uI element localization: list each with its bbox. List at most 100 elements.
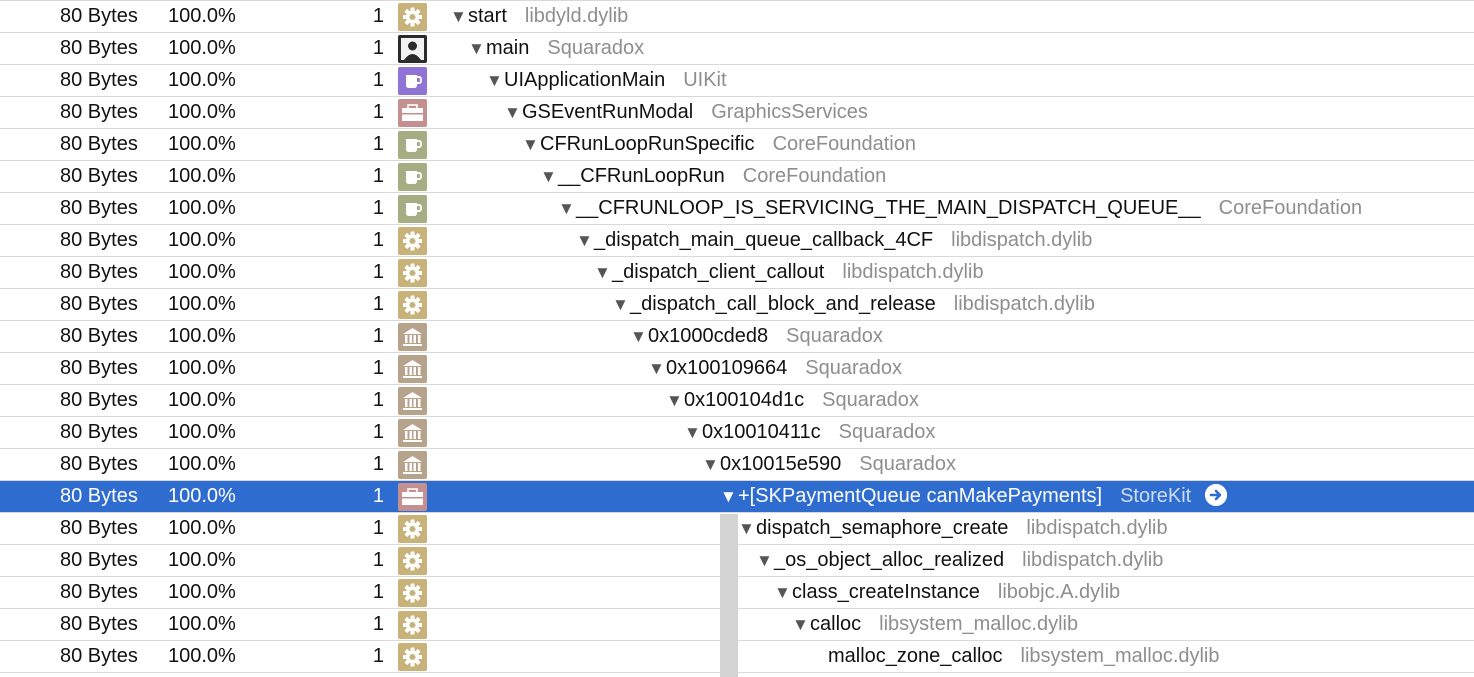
table-row[interactable]: 80 Bytes 100.0% 1 ▼0x1000cded8 Squaradox	[0, 321, 1474, 353]
function-name: 0x100109664	[666, 357, 788, 379]
disclosure-triangle-icon[interactable]: ▼	[774, 577, 792, 608]
function-name: main	[486, 37, 530, 59]
function-name: 0x1000cded8	[648, 325, 769, 347]
percent-cell: 100.0%	[168, 165, 236, 187]
bytes-cell: 80 Bytes	[60, 549, 138, 571]
bytes-cell: 80 Bytes	[60, 517, 138, 539]
library-name: Squaradox	[838, 421, 936, 443]
disclosure-triangle-icon[interactable]: ▼	[612, 289, 630, 320]
disclosure-triangle-icon[interactable]: ▼	[684, 417, 702, 448]
symbol-cell: ▼calloc libsystem_malloc.dylib	[792, 609, 1078, 640]
function-name: __CFRUNLOOP_IS_SERVICING_THE_MAIN_DISPAT…	[576, 197, 1201, 219]
percent-cell: 100.0%	[168, 581, 236, 603]
disclosure-triangle-icon[interactable]: ▼	[468, 33, 486, 64]
function-name: _dispatch_call_block_and_release	[630, 293, 936, 315]
bytes-cell: 80 Bytes	[60, 581, 138, 603]
count-cell: 1	[372, 581, 384, 603]
count-cell: 1	[372, 485, 384, 507]
disclosure-triangle-icon[interactable]: ▼	[522, 129, 540, 160]
table-row[interactable]: 80 Bytes 100.0% 1 ▼CFRunLoopRunSpecific Core…	[0, 129, 1474, 161]
briefcase-icon	[398, 483, 427, 511]
symbol-cell: ▼GSEventRunModal GraphicsServices	[504, 97, 868, 128]
symbol-cell: ▼0x100104d1c Squaradox	[666, 385, 919, 416]
count-cell: 1	[372, 197, 384, 219]
disclosure-triangle-icon[interactable]: ▼	[702, 449, 720, 480]
gear-icon	[398, 227, 427, 255]
symbol-cell: ▼_dispatch_main_queue_callback_4CF libdis…	[576, 225, 1092, 256]
percent-cell: 100.0%	[168, 37, 236, 59]
table-row[interactable]: 80 Bytes 100.0% 1 ▼0x100104d1c Squaradox	[0, 385, 1474, 417]
disclosure-triangle-icon[interactable]: ▼	[720, 481, 738, 512]
library-name: libdispatch.dylib	[951, 229, 1093, 251]
table-row[interactable]: 80 Bytes 100.0% 1 ▼0x10010411c Squaradox	[0, 417, 1474, 449]
symbol-cell: ▼_dispatch_call_block_and_release libdisp…	[612, 289, 1095, 320]
bytes-cell: 80 Bytes	[60, 357, 138, 379]
count-cell: 1	[372, 549, 384, 571]
table-row[interactable]: 80 Bytes 100.0% 1 ▼0x100109664 Squaradox	[0, 353, 1474, 385]
disclosure-triangle-icon[interactable]: ▼	[486, 65, 504, 96]
disclosure-triangle-icon[interactable]: ▼	[558, 193, 576, 224]
building-icon	[398, 419, 427, 447]
bytes-cell: 80 Bytes	[60, 37, 138, 59]
cup-green-icon	[398, 163, 427, 191]
symbol-cell: ▼0x100109664 Squaradox	[648, 353, 902, 384]
table-row[interactable]: 80 Bytes 100.0% 1 ▼_dispatch_main_queue_cal…	[0, 225, 1474, 257]
bytes-cell: 80 Bytes	[60, 389, 138, 411]
bytes-cell: 80 Bytes	[60, 5, 138, 27]
percent-cell: 100.0%	[168, 421, 236, 443]
disclosure-triangle-icon[interactable]: ▼	[594, 257, 612, 288]
bytes-cell: 80 Bytes	[60, 165, 138, 187]
count-cell: 1	[372, 389, 384, 411]
bytes-cell: 80 Bytes	[60, 613, 138, 635]
count-cell: 1	[372, 101, 384, 123]
disclosure-triangle-icon[interactable]: ▼	[450, 1, 468, 32]
function-name: 0x10010411c	[702, 421, 821, 443]
function-name: __CFRunLoopRun	[558, 165, 725, 187]
library-name: Squaradox	[822, 389, 919, 411]
percent-cell: 100.0%	[168, 613, 236, 635]
disclosure-triangle-icon[interactable]: ▼	[540, 161, 558, 192]
table-row[interactable]: 80 Bytes 100.0% 1 ▼__CFRunLoopRun CoreFounda…	[0, 161, 1474, 193]
percent-cell: 100.0%	[168, 357, 236, 379]
table-row[interactable]: 80 Bytes 100.0% 1 ▼start libdyld.dylib	[0, 1, 1474, 33]
function-name: dispatch_semaphore_create	[756, 517, 1009, 539]
library-name: libdispatch.dylib	[953, 293, 1095, 315]
table-row[interactable]: 80 Bytes 100.0% 1 ▼__CFRUNLOOP_IS_SERVICING…	[0, 193, 1474, 225]
percent-cell: 100.0%	[168, 101, 236, 123]
symbol-cell: ▼0x1000cded8 Squaradox	[630, 321, 883, 352]
percent-cell: 100.0%	[168, 645, 236, 667]
bytes-cell: 80 Bytes	[60, 453, 138, 475]
disclosure-triangle-icon[interactable]: ▼	[738, 513, 756, 544]
table-row[interactable]: 80 Bytes 100.0% 1 ▼0x10015e590 Squaradox	[0, 449, 1474, 481]
table-row[interactable]: 80 Bytes 100.0% 1 ▼UIApplicationMain UIKit	[0, 65, 1474, 97]
gear-icon	[398, 579, 427, 607]
function-name: class_createInstance	[792, 581, 980, 603]
count-cell: 1	[372, 165, 384, 187]
arrow-right-circle-icon[interactable]	[1205, 483, 1228, 506]
disclosure-triangle-icon[interactable]: ▼	[504, 97, 522, 128]
building-icon	[398, 451, 427, 479]
building-icon	[398, 355, 427, 383]
disclosure-triangle-icon[interactable]: ▼	[630, 321, 648, 352]
disclosure-triangle-icon[interactable]: ▼	[792, 609, 810, 640]
gear-icon	[398, 515, 427, 543]
library-name: Squaradox	[547, 37, 645, 59]
symbol-cell: ▼UIApplicationMain UIKit	[486, 65, 727, 96]
table-row[interactable]: 80 Bytes 100.0% 1 ▼_dispatch_call_block_and…	[0, 289, 1474, 321]
disclosure-triangle-icon[interactable]: ▼	[576, 225, 594, 256]
percent-cell: 100.0%	[168, 261, 236, 283]
gear-icon	[398, 611, 427, 639]
cup-green-icon	[398, 195, 427, 223]
count-cell: 1	[372, 357, 384, 379]
briefcase-icon	[398, 99, 427, 127]
table-row[interactable]: 80 Bytes 100.0% 1 ▼main Squaradox	[0, 33, 1474, 65]
library-name: libdispatch.dylib	[1022, 549, 1164, 571]
disclosure-triangle-icon[interactable]: ▼	[648, 353, 666, 384]
percent-cell: 100.0%	[168, 229, 236, 251]
table-row[interactable]: 80 Bytes 100.0% 1 ▼_dispatch_client_callout…	[0, 257, 1474, 289]
disclosure-triangle-icon[interactable]: ▼	[666, 385, 684, 416]
library-name: CoreFoundation	[742, 165, 887, 187]
table-row[interactable]: 80 Bytes 100.0% 1 ▼GSEventRunModal GraphicsS…	[0, 97, 1474, 129]
disclosure-triangle-icon[interactable]: ▼	[756, 545, 774, 576]
table-row[interactable]: 80 Bytes 100.0% 1 ▼+[SKPaymentQueue canMake…	[0, 481, 1474, 513]
